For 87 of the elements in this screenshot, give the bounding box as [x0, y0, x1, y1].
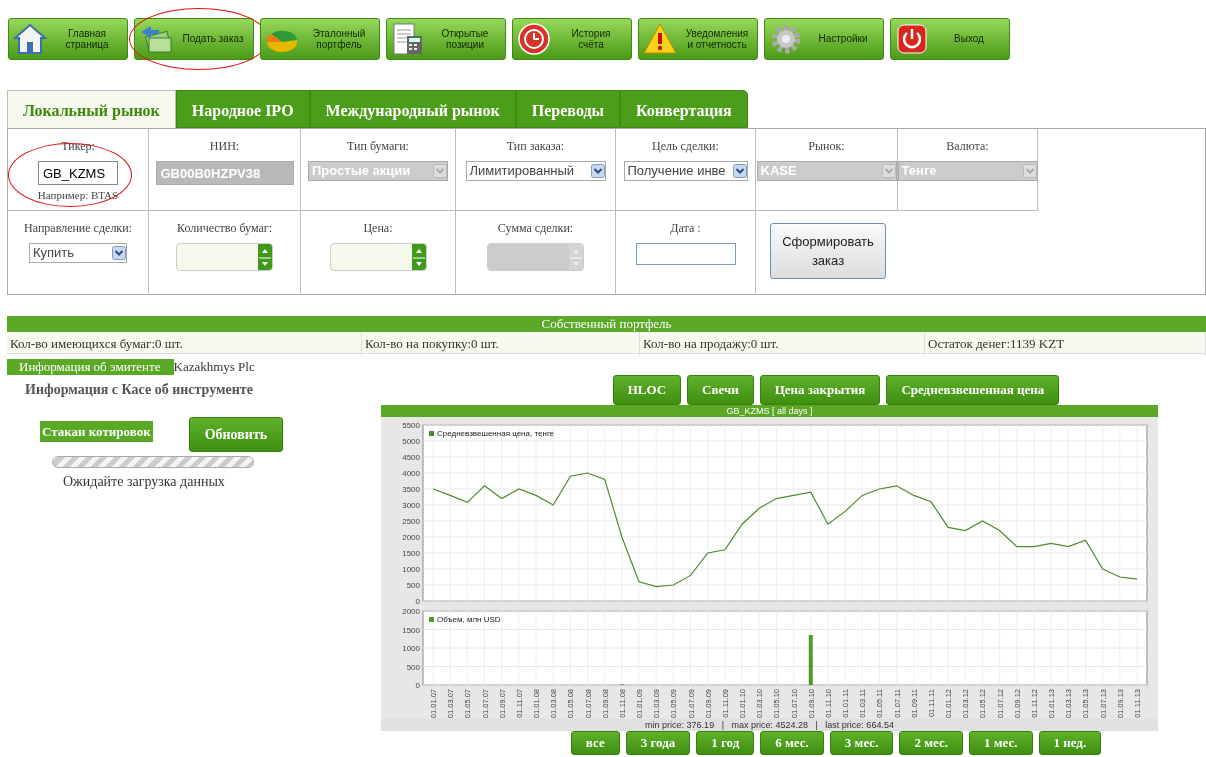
issuer-tab[interactable]: Информация об эмитенте — [7, 359, 174, 375]
market-tab[interactable]: Переводы — [515, 90, 620, 128]
refresh-button[interactable]: Обновить — [188, 416, 284, 452]
chart-type-button[interactable]: Средневзвешенная цена — [886, 375, 1060, 405]
portfolio-title: Собственный портфель — [7, 316, 1206, 332]
axis-tick-label: 1000 — [402, 643, 420, 653]
portfolio-stat: Кол-во на покупку:0 шт. — [362, 332, 640, 356]
field-label: Дата : — [670, 220, 701, 237]
power-icon — [895, 22, 929, 56]
portfolio-stat: Кол-во на продажу:0 шт. — [640, 332, 925, 356]
axis-tick-label: 3000 — [402, 500, 420, 510]
field-label: Цена: — [363, 220, 393, 237]
toolbar-button[interactable]: Настройки — [764, 18, 884, 60]
axis-tick-label: 2500 — [402, 516, 420, 526]
period-button[interactable]: все — [570, 730, 620, 755]
chart-type-button[interactable]: Цена закрытия — [759, 375, 881, 405]
toolbar-button[interactable]: Уведомления и отчетность — [638, 18, 758, 60]
axis-tick-label: 4000 — [402, 468, 420, 478]
axis-tick-label: 1000 — [402, 564, 420, 574]
loading-text: Ожидайте загрузка данных — [63, 472, 226, 491]
chart-title: GB_KZMS [ all days ] — [381, 404, 1158, 417]
field-label: Количество бумаг: — [176, 220, 273, 237]
period-button[interactable]: 3 года — [625, 730, 691, 755]
axis-tick-label: 3500 — [402, 484, 420, 494]
section-heading: Информация с Касе об инструменте — [25, 380, 254, 399]
volume-bar — [808, 634, 813, 685]
market-tab[interactable]: Народное IPO — [175, 90, 310, 128]
toolbar-button[interactable]: Выход — [890, 18, 1010, 60]
period-button[interactable]: 1 мес. — [968, 730, 1033, 755]
dropdown[interactable]: Получение инве — [623, 161, 748, 181]
portfolio-stat: Кол-во имеющихся бумаг:0 шт. — [7, 332, 362, 356]
number-field[interactable] — [176, 243, 273, 271]
number-field[interactable] — [329, 243, 427, 271]
toolbar-button[interactable]: Открытые позиции — [386, 18, 506, 60]
axis-tick-label: 500 — [406, 580, 420, 590]
axis-tick-label: 4500 — [402, 452, 420, 462]
toolbar-button[interactable]: История счёта — [512, 18, 632, 60]
chart-type-button[interactable]: HLOC — [612, 375, 682, 405]
portfolio-stat: Остаток денег:1139 KZT — [925, 332, 1206, 356]
period-button[interactable]: 2 мес. — [899, 730, 963, 755]
period-button[interactable]: 6 мес. — [760, 730, 824, 755]
axis-tick-label: 0 — [415, 596, 420, 606]
date-field[interactable] — [635, 243, 736, 265]
text-field[interactable]: GB_KZMS — [38, 161, 118, 185]
chart-type-button[interactable]: Свечи — [687, 375, 754, 405]
period-button[interactable]: 3 мес. — [829, 730, 894, 755]
axis-tick-label: 1500 — [402, 548, 420, 558]
document-icon — [391, 22, 425, 56]
axis-tick-label: 2000 — [402, 606, 420, 616]
submit-button[interactable]: Сформировать заказ — [770, 223, 886, 279]
spinner-arrows-icon[interactable] — [258, 244, 272, 270]
axis-tick-label: 1500 — [402, 625, 420, 634]
market-tab[interactable]: Локальный рынок — [7, 90, 176, 128]
legend-label: Средневзвешенная цена, тенге — [437, 428, 555, 438]
period-button[interactable]: 1 нед. — [1038, 730, 1102, 755]
axis-tick-label: 5500 — [402, 420, 420, 430]
legend-swatch — [429, 616, 434, 622]
field-label: Тип заказа: — [506, 138, 565, 155]
dropdown[interactable]: Лимитированный — [465, 161, 606, 181]
dropdown[interactable]: Купить — [29, 243, 127, 263]
spinner-arrows-icon[interactable] — [411, 244, 426, 270]
hint-text: Например: BTAS — [37, 188, 119, 203]
field-label: Цель сделки: — [652, 138, 719, 155]
warning-icon — [643, 22, 677, 56]
field-label: Тип бумаги: — [347, 138, 409, 155]
axis-tick-label: 0 — [415, 680, 420, 690]
axis-tick-label: 5000 — [402, 436, 420, 446]
legend-label: Объем, млн USD — [437, 614, 501, 624]
issuer-name: Kazakhmys Plc — [173, 359, 255, 374]
market-tab[interactable]: Международный рынок — [309, 90, 516, 128]
field-label: Валюта: — [946, 138, 989, 155]
gear-icon — [769, 22, 803, 56]
field-label: Рынок: — [808, 138, 845, 155]
toolbar-button[interactable]: Подать заказ — [134, 18, 254, 60]
axis-tick-label: 2000 — [402, 532, 420, 542]
legend-swatch — [429, 430, 434, 436]
quotes-label: Стакан котировок — [40, 420, 153, 442]
toolbar-button[interactable]: Главная страница — [8, 18, 128, 60]
field-label: НИН: — [209, 138, 240, 155]
house-icon — [13, 22, 47, 56]
clock-icon — [517, 22, 551, 56]
market-tab[interactable]: Конвертация — [620, 90, 748, 128]
field-label: Направление сделки: — [24, 220, 132, 237]
period-button[interactable]: 1 год — [696, 730, 755, 755]
toolbar-button[interactable]: Эталонный портфель — [260, 18, 380, 60]
field-label: Сумма сделки: — [497, 220, 574, 237]
axis-tick-label: 500 — [406, 662, 420, 671]
